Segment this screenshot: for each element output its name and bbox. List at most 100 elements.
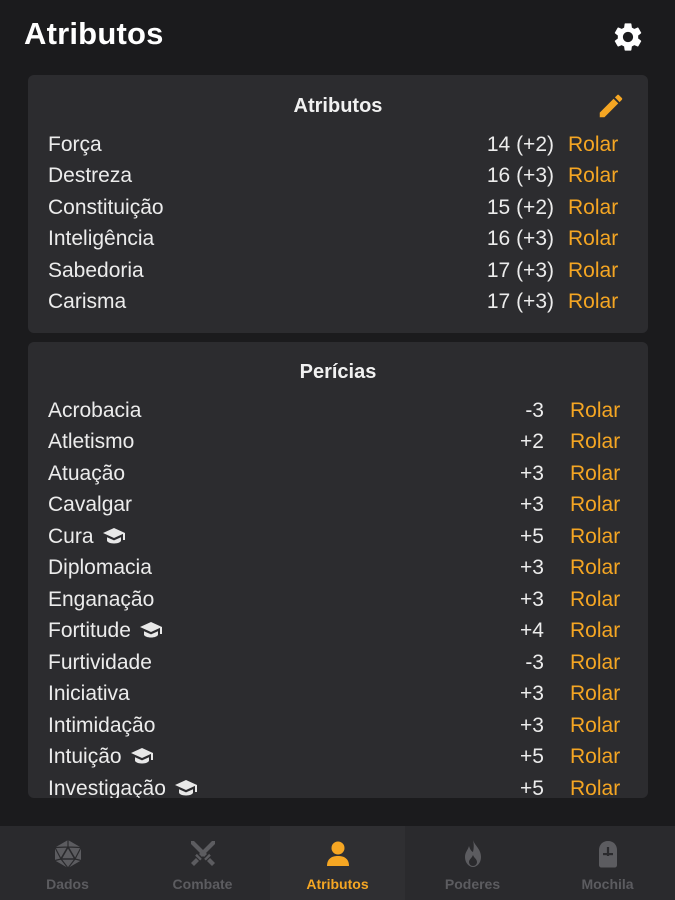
skill-name: Investigação	[48, 775, 198, 798]
skill-name: Diplomacia	[48, 556, 152, 579]
skill-name: Furtividade	[48, 651, 152, 674]
roll-button[interactable]: Rolar	[568, 131, 618, 159]
attribute-name: Carisma	[48, 290, 127, 313]
attribute-value: 16 (+3)	[486, 164, 554, 187]
attribute-value: 17 (+3)	[486, 290, 554, 313]
attribute-row: Constituição 15 (+2) Rolar	[28, 194, 648, 222]
skill-row: Intuição +5 Rolar	[28, 743, 648, 771]
attribute-row: Sabedoria 17 (+3) Rolar	[28, 257, 648, 285]
skill-name: Iniciativa	[48, 682, 130, 705]
nav-label: Poderes	[444, 876, 501, 892]
skill-row: Furtividade -3 Rolar	[28, 649, 648, 677]
crossed-swords-icon	[190, 841, 215, 866]
skill-row: Investigação +5 Rolar	[28, 775, 648, 798]
skill-value: +3	[520, 682, 544, 705]
attributes-card: Atributos Força 14 (+2) Rolar Destreza 1…	[28, 75, 648, 333]
attributes-card-title: Atributos	[293, 95, 383, 117]
attribute-row: Destreza 16 (+3) Rolar	[28, 162, 648, 190]
d20-dice-icon	[53, 840, 82, 869]
skill-row: Iniciativa +3 Rolar	[28, 680, 648, 708]
skill-row: Cura +5 Rolar	[28, 523, 648, 551]
roll-button[interactable]: Rolar	[570, 428, 620, 456]
nav-item-dados[interactable]: Dados	[0, 826, 135, 900]
app-screen: Atributos Atributos Força 14 (+2) Rolar …	[0, 0, 675, 900]
skill-name: Cura	[48, 523, 126, 551]
roll-button[interactable]: Rolar	[570, 554, 620, 582]
attribute-name: Destreza	[48, 164, 133, 187]
skill-value: +5	[520, 777, 544, 798]
nav-item-poderes[interactable]: Poderes	[405, 826, 540, 900]
skill-value: -3	[525, 651, 544, 674]
skill-value: +5	[520, 525, 544, 548]
attribute-name: Inteligência	[48, 227, 155, 250]
fire-icon	[464, 840, 481, 867]
skill-name: Fortitude	[48, 617, 163, 645]
skill-row: Cavalgar +3 Rolar	[28, 491, 648, 519]
roll-button[interactable]: Rolar	[570, 743, 620, 771]
skill-value: +3	[520, 714, 544, 737]
attribute-row: Força 14 (+2) Rolar	[28, 131, 648, 159]
attribute-value: 14 (+2)	[486, 133, 554, 156]
skill-row: Enganação +3 Rolar	[28, 586, 648, 614]
roll-button[interactable]: Rolar	[568, 257, 618, 285]
skill-row: Atletismo +2 Rolar	[28, 428, 648, 456]
skill-value: +3	[520, 556, 544, 579]
graduation-cap-icon	[130, 748, 153, 764]
roll-button[interactable]: Rolar	[570, 397, 620, 425]
skill-value: +3	[520, 588, 544, 611]
skill-value: +2	[520, 430, 544, 453]
roll-button[interactable]: Rolar	[570, 617, 620, 645]
skills-card: Perícias Acrobacia -3 Rolar Atletismo +2…	[28, 342, 648, 798]
top-app-bar: Atributos	[0, 0, 675, 72]
skill-value: +3	[520, 493, 544, 516]
skill-value: +5	[520, 745, 544, 768]
nav-label: Combate	[172, 876, 233, 892]
skill-row: Atuação +3 Rolar	[28, 460, 648, 488]
roll-button[interactable]: Rolar	[570, 523, 620, 551]
bottom-navigation: Dados Combate Atributos Poderes Mochila	[0, 826, 675, 900]
nav-item-combate[interactable]: Combate	[135, 826, 270, 900]
roll-button[interactable]: Rolar	[568, 288, 618, 316]
nav-label: Atributos	[306, 876, 369, 892]
skill-name: Intimidação	[48, 714, 156, 737]
roll-button[interactable]: Rolar	[568, 225, 618, 253]
pencil-edit-icon[interactable]	[596, 91, 626, 121]
skill-name: Cavalgar	[48, 493, 133, 516]
gear-icon[interactable]	[611, 20, 645, 54]
nav-item-mochila[interactable]: Mochila	[540, 826, 675, 900]
graduation-cap-icon	[102, 528, 125, 544]
roll-button[interactable]: Rolar	[570, 460, 620, 488]
roll-button[interactable]: Rolar	[570, 649, 620, 677]
skill-row: Fortitude +4 Rolar	[28, 617, 648, 645]
roll-button[interactable]: Rolar	[568, 194, 618, 222]
roll-button[interactable]: Rolar	[570, 586, 620, 614]
roll-button[interactable]: Rolar	[570, 491, 620, 519]
attribute-value: 16 (+3)	[486, 227, 554, 250]
skill-name: Acrobacia	[48, 399, 142, 422]
roll-button[interactable]: Rolar	[568, 162, 618, 190]
roll-button[interactable]: Rolar	[570, 712, 620, 740]
attribute-row: Inteligência 16 (+3) Rolar	[28, 225, 648, 253]
backpack-icon	[598, 841, 617, 868]
skill-row: Diplomacia +3 Rolar	[28, 554, 648, 582]
graduation-cap-icon	[139, 622, 162, 638]
nav-label: Mochila	[581, 876, 634, 892]
attribute-value: 15 (+2)	[486, 196, 554, 219]
roll-button[interactable]: Rolar	[570, 775, 620, 798]
skill-name: Atuação	[48, 462, 126, 485]
attribute-name: Sabedoria	[48, 259, 144, 282]
skill-row: Acrobacia -3 Rolar	[28, 397, 648, 425]
skills-card-title: Perícias	[299, 361, 377, 383]
attribute-name: Constituição	[48, 196, 164, 219]
nav-label: Dados	[46, 876, 89, 892]
skill-name: Atletismo	[48, 430, 135, 453]
skill-name: Intuição	[48, 743, 154, 771]
skill-name: Enganação	[48, 588, 155, 611]
roll-button[interactable]: Rolar	[570, 680, 620, 708]
skill-value: +4	[520, 619, 544, 642]
skill-row: Intimidação +3 Rolar	[28, 712, 648, 740]
attribute-name: Força	[48, 133, 102, 156]
nav-item-atributos[interactable]: Atributos	[270, 826, 405, 900]
page-title: Atributos	[24, 16, 164, 51]
skill-value: +3	[520, 462, 544, 485]
